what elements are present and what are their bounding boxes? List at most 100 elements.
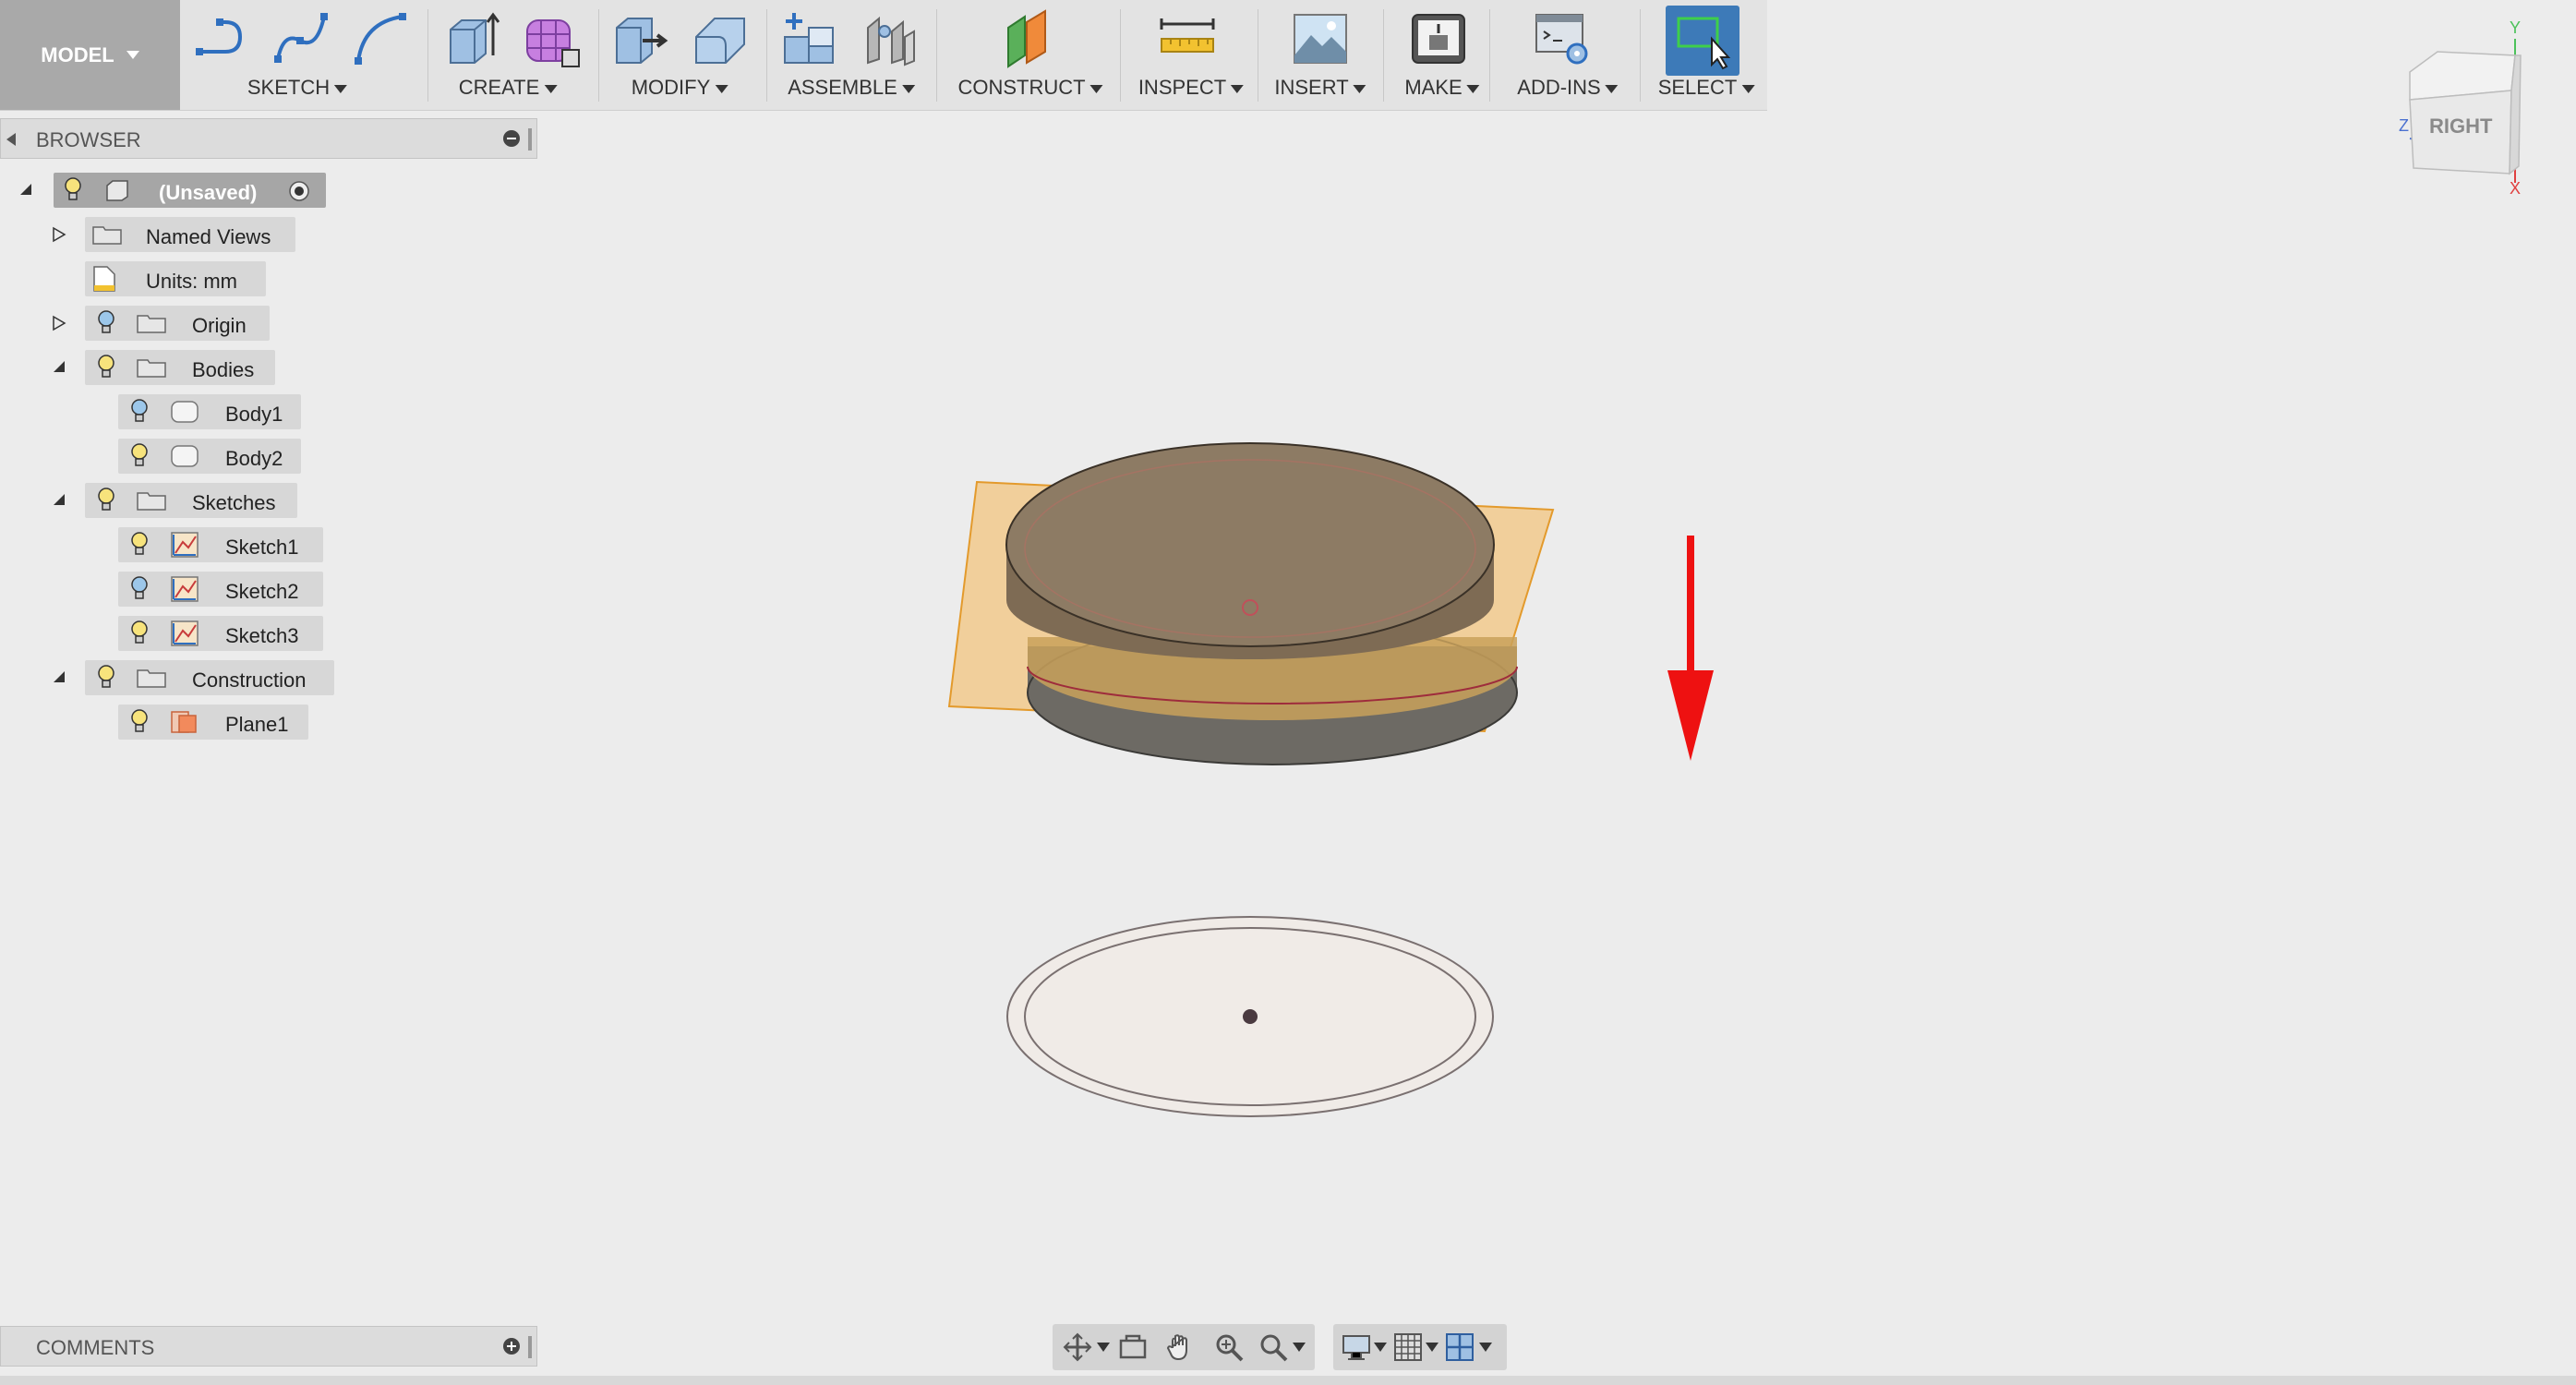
- sketch-spline-icon[interactable]: [272, 9, 331, 68]
- visibility-bulb-icon[interactable]: [129, 442, 150, 470]
- select-icon: [1677, 17, 1731, 70]
- activate-radio-icon[interactable]: [288, 180, 310, 202]
- tree-item-named-views[interactable]: Named Views: [0, 217, 305, 252]
- extrude-icon[interactable]: [443, 9, 502, 68]
- chevron-down-icon: [715, 84, 728, 93]
- chevron-down-icon: [1466, 84, 1480, 93]
- select-menu[interactable]: SELECT: [1658, 76, 1755, 100]
- chevron-down-icon[interactable]: [1097, 1343, 1110, 1352]
- model-viewport[interactable]: [554, 120, 2364, 1311]
- fit-zoom-icon[interactable]: [1258, 1331, 1289, 1363]
- press-pull-icon[interactable]: [611, 9, 670, 68]
- tree-root[interactable]: (Unsaved): [0, 173, 332, 208]
- tree-item-origin[interactable]: Origin: [0, 306, 286, 341]
- chevron-down-icon[interactable]: [1293, 1343, 1306, 1352]
- toolbar-divider: [1383, 9, 1384, 102]
- add-ins-menu[interactable]: ADD-INS: [1517, 76, 1619, 100]
- visibility-bulb-icon[interactable]: [129, 531, 150, 559]
- chevron-down-icon[interactable]: [1374, 1343, 1387, 1352]
- folder-icon: [137, 492, 166, 511]
- inspect-menu[interactable]: INSPECT: [1138, 76, 1245, 100]
- tree-item-sketch1[interactable]: Sketch1: [0, 527, 332, 562]
- measure-icon[interactable]: [1158, 9, 1217, 68]
- visibility-bulb-off-icon[interactable]: [96, 309, 116, 337]
- joint-icon[interactable]: [861, 9, 920, 68]
- fillet-icon[interactable]: [691, 9, 750, 68]
- construct-plane-icon[interactable]: [997, 9, 1056, 68]
- visibility-bulb-icon[interactable]: [129, 708, 150, 736]
- zoom-icon[interactable]: [1213, 1331, 1245, 1363]
- tree-item-body1[interactable]: Body1: [0, 394, 314, 429]
- visibility-bulb-icon[interactable]: [96, 354, 116, 381]
- expanded-triangle-icon[interactable]: [52, 359, 66, 374]
- panel-grip-icon[interactable]: [528, 1336, 532, 1358]
- collapsed-triangle-icon[interactable]: [52, 315, 66, 331]
- navigation-bar: [1053, 1324, 1507, 1370]
- collapse-arrow-icon[interactable]: [6, 133, 16, 146]
- tree-item-bodies[interactable]: Bodies: [0, 350, 286, 385]
- tree-item-label: Origin: [192, 314, 247, 337]
- collapsed-triangle-icon[interactable]: [52, 226, 66, 243]
- viewcube[interactable]: Y Z X: [2391, 18, 2530, 194]
- create-menu[interactable]: CREATE: [459, 76, 558, 100]
- chevron-down-icon: [1353, 84, 1366, 93]
- insert-menu[interactable]: INSERT: [1274, 76, 1366, 100]
- visibility-bulb-icon[interactable]: [96, 487, 116, 514]
- visibility-bulb-icon[interactable]: [63, 176, 83, 204]
- panel-grip-icon[interactable]: [528, 128, 532, 151]
- plus-icon[interactable]: [503, 1338, 520, 1355]
- sketch-line-icon[interactable]: [194, 9, 253, 68]
- visibility-bulb-icon[interactable]: [129, 620, 150, 647]
- chevron-down-icon[interactable]: [1426, 1343, 1438, 1352]
- sketch-center-point[interactable]: [1243, 1009, 1258, 1024]
- tree-item-body2[interactable]: Body2: [0, 439, 314, 474]
- select-button[interactable]: [1666, 6, 1739, 76]
- tree-item-units[interactable]: Units: mm: [0, 261, 277, 296]
- tree-item-label: Units: mm: [146, 270, 237, 293]
- 3d-print-icon[interactable]: [1409, 9, 1468, 68]
- tree-item-plane1[interactable]: Plane1: [0, 705, 314, 740]
- new-component-icon[interactable]: [781, 9, 840, 68]
- browser-panel-header[interactable]: BROWSER: [0, 118, 537, 159]
- y-axis-label: Y: [2510, 18, 2521, 37]
- viewcube-face-label[interactable]: RIGHT: [2429, 114, 2492, 138]
- tree-item-construction[interactable]: Construction: [0, 660, 342, 695]
- expanded-triangle-icon[interactable]: [18, 182, 33, 197]
- toolbar-divider: [1120, 9, 1121, 102]
- assemble-menu[interactable]: ASSEMBLE: [788, 76, 915, 100]
- tree-item-label: Sketches: [192, 491, 276, 514]
- tree-item-label: Bodies: [192, 358, 255, 381]
- expanded-triangle-icon[interactable]: [52, 669, 66, 684]
- tree-item-sketch3[interactable]: Sketch3: [0, 616, 332, 651]
- sketch-menu[interactable]: SKETCH: [247, 76, 348, 100]
- tree-item-label: Plane1: [225, 713, 289, 736]
- tree-item-label: Named Views: [146, 225, 271, 248]
- visibility-bulb-icon[interactable]: [96, 664, 116, 692]
- visibility-bulb-off-icon[interactable]: [129, 575, 150, 603]
- grid-icon[interactable]: [1392, 1331, 1424, 1363]
- chevron-down-icon[interactable]: [1479, 1343, 1492, 1352]
- visibility-bulb-off-icon[interactable]: [129, 398, 150, 426]
- tree-item-sketches[interactable]: Sketches: [0, 483, 314, 518]
- modify-menu[interactable]: MODIFY: [632, 76, 728, 100]
- workspace-mode-button[interactable]: MODEL: [0, 0, 180, 110]
- make-menu[interactable]: MAKE: [1404, 76, 1480, 100]
- chevron-down-icon: [1231, 84, 1245, 93]
- minus-icon[interactable]: [503, 130, 520, 147]
- toolbar-divider: [766, 9, 767, 102]
- insert-image-icon[interactable]: [1291, 9, 1350, 68]
- comments-panel-header[interactable]: COMMENTS: [0, 1326, 537, 1367]
- viewports-icon[interactable]: [1444, 1331, 1475, 1363]
- chevron-down-icon: [1605, 84, 1619, 93]
- display-settings-icon[interactable]: [1341, 1331, 1372, 1363]
- look-at-icon[interactable]: [1117, 1331, 1149, 1363]
- sketch-arc-icon[interactable]: [351, 9, 410, 68]
- construct-menu[interactable]: CONSTRUCT: [957, 76, 1103, 100]
- pan-hand-icon[interactable]: [1165, 1331, 1197, 1363]
- scripts-icon[interactable]: [1533, 9, 1592, 68]
- orbit-icon[interactable]: [1062, 1331, 1093, 1363]
- form-icon[interactable]: [522, 9, 581, 68]
- tree-item-sketch2[interactable]: Sketch2: [0, 572, 332, 607]
- expanded-triangle-icon[interactable]: [52, 492, 66, 507]
- browser-title: BROWSER: [36, 128, 141, 151]
